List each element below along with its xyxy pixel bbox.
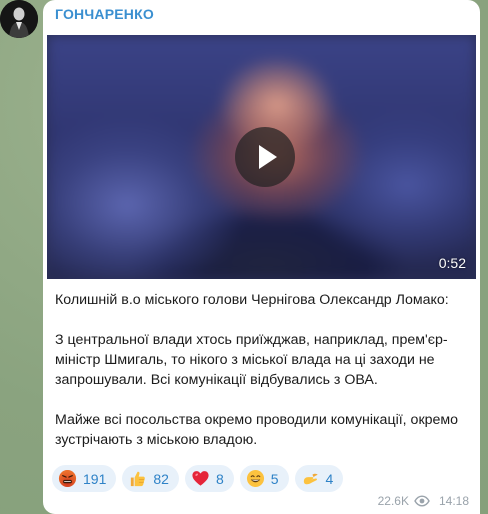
play-icon [259,145,277,169]
sender-name[interactable]: ГОНЧАРЕНКО [55,6,154,22]
reaction-count: 191 [83,470,107,487]
avatar-silhouette-icon [0,0,38,38]
pinching-hand-icon [303,473,318,485]
grinning-face-icon [246,469,264,488]
reaction-count: 4 [325,470,334,487]
reaction-grin[interactable]: 5 [239,465,289,492]
reaction-count: 8 [215,470,224,487]
reaction-thumbs-up[interactable]: 82 [122,465,179,492]
eye-icon [414,495,430,507]
reaction-angry[interactable]: 191 [52,465,117,492]
thumbs-up-icon [131,471,146,487]
reaction-count: 5 [270,470,279,487]
message-paragraph: Колишній в.о міського голови Чернігова О… [55,292,449,308]
reaction-count: 82 [153,470,169,487]
video-player[interactable]: 0:52 [47,35,476,279]
reaction-heart[interactable]: 8 [184,465,234,492]
heart-icon [192,471,209,486]
channel-avatar[interactable] [0,0,38,38]
reactions-bar: 191 82 8 5 4 [52,465,344,492]
reaction-pinch[interactable]: 4 [294,465,344,492]
message-meta: 22.6K 14:18 [378,494,469,508]
video-duration: 0:52 [438,255,466,271]
message-paragraph: З центральної влади хтось приїжджав, нап… [55,332,448,388]
view-count: 22.6K [377,494,409,508]
message-text: Колишній в.о міського голови Чернігова О… [55,290,473,450]
message-time: 14:18 [438,494,469,508]
angry-face-icon [58,469,77,488]
message-bubble: ГОНЧАРЕНКО 0:52 Колишній в.о міського го… [43,0,480,514]
play-button[interactable] [235,127,295,187]
message-paragraph: Майже всі посольства окремо проводили ко… [55,412,459,448]
